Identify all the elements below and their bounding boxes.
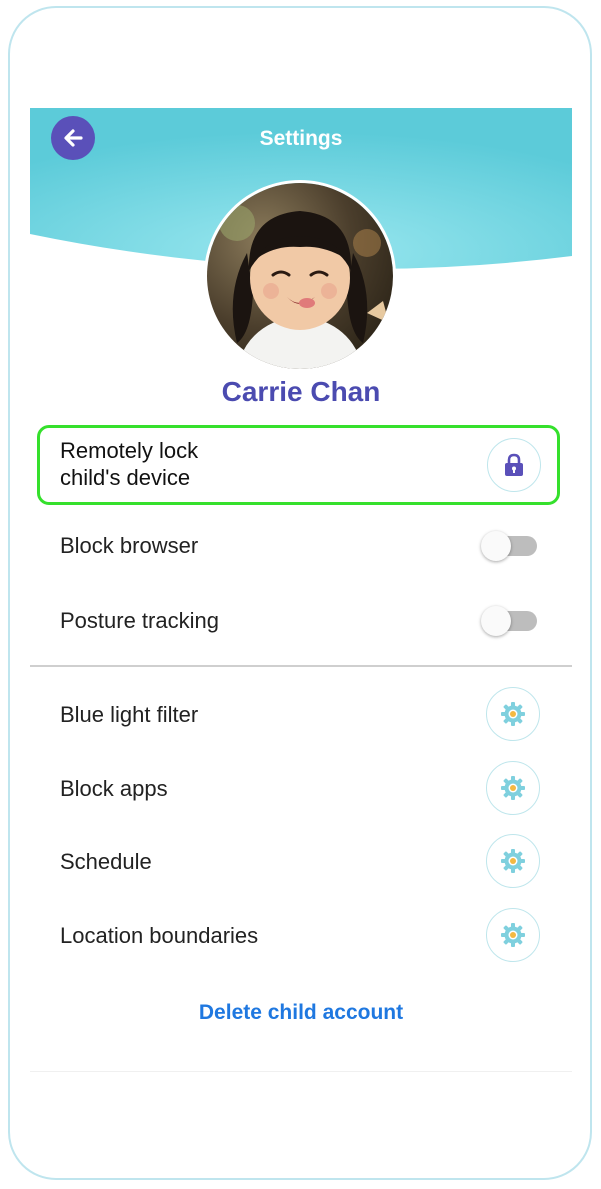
location-boundaries-row[interactable]: Location boundaries [30,906,572,966]
child-name: Carrie Chan [221,376,381,407]
gear-icon [501,702,525,726]
block-browser-label: Block browser [60,533,199,558]
toggle-knob [481,606,511,636]
schedule-label: Schedule [60,849,152,874]
child-photo [207,183,393,369]
remote-lock-label-line1: Remotely lock [60,438,199,463]
remote-lock-label-line2: child's device [60,465,191,490]
blue-light-filter-row[interactable]: Blue light filter [30,685,572,745]
posture-tracking-row: Posture tracking [30,591,572,651]
location-boundaries-settings-button[interactable] [486,908,540,962]
delete-child-account-link[interactable]: Delete child account [30,1001,572,1025]
gear-icon [501,849,525,873]
block-apps-row[interactable]: Block apps [30,759,572,819]
blue-light-filter-settings-button[interactable] [486,687,540,741]
block-apps-settings-button[interactable] [486,761,540,815]
section-divider [30,665,572,667]
block-browser-row: Block browser [30,516,572,576]
avatar [207,183,393,369]
page-title: Settings [259,127,343,150]
settings-screen: Settings Carrie Chan Remotely lock child… [30,108,572,1071]
lock-icon [505,453,523,476]
remote-lock-button[interactable] [487,438,541,492]
block-apps-label: Block apps [60,776,168,801]
remote-lock-row[interactable]: Remotely lock child's device [37,425,560,505]
screen-bottom-border [30,1071,572,1072]
gear-icon [501,776,525,800]
schedule-settings-button[interactable] [486,834,540,888]
location-boundaries-label: Location boundaries [60,923,259,948]
posture-tracking-label: Posture tracking [60,608,219,633]
gear-icon [501,923,525,947]
remote-lock-label: Remotely lock child's device [60,437,198,491]
blue-light-filter-label: Blue light filter [60,702,199,727]
schedule-row[interactable]: Schedule [30,832,572,892]
posture-tracking-toggle[interactable] [481,606,539,636]
block-browser-toggle[interactable] [481,531,539,561]
toggle-knob [481,531,511,561]
